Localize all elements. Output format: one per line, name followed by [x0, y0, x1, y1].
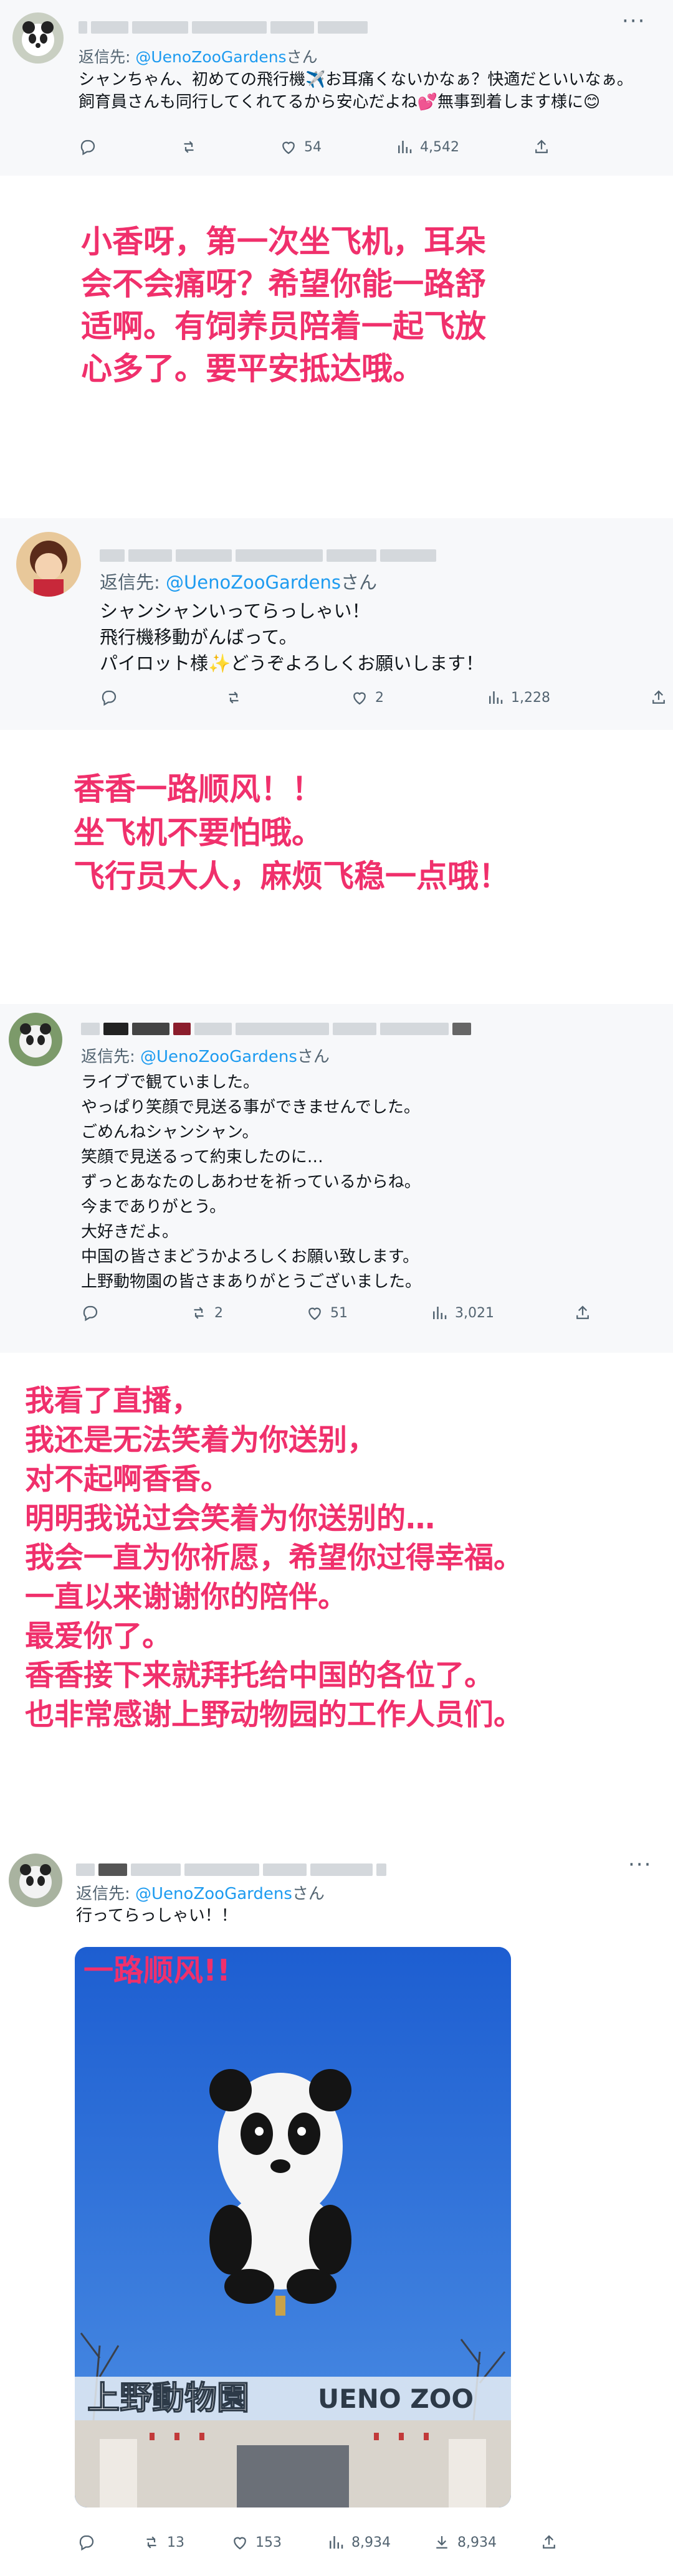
retweet-button[interactable]: 13: [142, 2533, 184, 2552]
reply-button[interactable]: [100, 688, 118, 707]
retweet-icon: [179, 138, 198, 156]
views-button[interactable]: 1,228: [486, 688, 550, 707]
share-icon: [540, 2533, 558, 2552]
views-count: 1,228: [511, 689, 550, 706]
reply-handle-link[interactable]: @UenoZooGardens: [135, 48, 286, 66]
retweet-count: 2: [214, 1305, 223, 1321]
avatar[interactable]: [9, 1854, 62, 1907]
avatar[interactable]: [12, 12, 64, 64]
views-icon: [430, 1304, 449, 1322]
share-button[interactable]: [649, 688, 668, 707]
share-button[interactable]: [573, 1304, 592, 1322]
tweet-body: ライブで観ていました。 やっぱり笑顔で見送る事ができませんでした。 ごめんねシャ…: [81, 1073, 422, 1291]
like-button[interactable]: 153: [231, 2533, 282, 2552]
translation-caption-3: 我看了直播， 我还是无法笑着为你送别， 对不起啊香香。 明明我说过会笑着为你送别…: [25, 1384, 523, 1732]
views-count: 4,542: [420, 139, 459, 155]
share-button[interactable]: [540, 2533, 558, 2552]
reply-tweet-4[interactable]: ··· 返信先: @UenoZooGardensさん 行ってらっしゃい！！ 上野…: [0, 1845, 673, 2576]
like-count: 153: [255, 2534, 282, 2550]
reply-icon: [100, 688, 118, 707]
retweet-button[interactable]: [224, 688, 243, 707]
translation-caption-2: 香香一路顺风！！ 坐飞机不要怕哦。 飞行员大人，麻烦飞稳一点哦！: [74, 771, 510, 894]
views-button[interactable]: 4,542: [395, 138, 459, 156]
like-button[interactable]: 54: [279, 138, 322, 156]
more-options-icon[interactable]: ···: [622, 9, 646, 34]
retweet-button[interactable]: 2: [189, 1304, 223, 1322]
tweet-body: シャンシャンいってらっしゃい！ 飛行機移動がんばって。 パイロット様✨どうぞよろ…: [100, 600, 484, 674]
share-icon: [649, 688, 668, 707]
views-button[interactable]: 3,021: [430, 1304, 494, 1322]
share-button[interactable]: [532, 138, 551, 156]
user-name-redacted[interactable]: [100, 549, 436, 562]
like-button[interactable]: 51: [305, 1304, 348, 1322]
tweet-body: 行ってらっしゃい！！: [76, 1906, 237, 1925]
avatar[interactable]: [16, 532, 81, 597]
photo-overlay-text: 一路顺风!!: [84, 1953, 231, 1988]
panda-balloon-photo: 上野動物園 UENO ZOO: [75, 1947, 511, 2507]
zoo-sign-text-en: UENO ZOO: [318, 2384, 474, 2414]
retweet-count: 13: [167, 2534, 184, 2550]
reply-icon: [79, 138, 97, 156]
views-icon: [395, 138, 414, 156]
share-icon: [573, 1304, 592, 1322]
heart-icon: [231, 2533, 249, 2552]
like-count: 54: [304, 139, 322, 155]
retweet-icon: [189, 1304, 208, 1322]
share-icon: [532, 138, 551, 156]
heart-icon: [279, 138, 298, 156]
reply-icon: [77, 2533, 96, 2552]
reply-tweet-3[interactable]: 返信先: @UenoZooGardensさん ライブで観ていました。 やっぱり笑…: [0, 1004, 673, 1353]
reply-to-line: 返信先: @UenoZooGardensさん: [100, 572, 377, 593]
download-count: 8,934: [457, 2534, 497, 2550]
like-count: 51: [330, 1305, 348, 1321]
reply-tweet-2[interactable]: 返信先: @UenoZooGardensさん シャンシャンいってらっしゃい！ 飛…: [0, 518, 673, 730]
translation-caption-1: 小香呀，第一次坐飞机，耳朵 会不会痛呀？希望你能一路舒 适啊。有饲养员陪着一起飞…: [81, 224, 486, 387]
retweet-icon: [142, 2533, 161, 2552]
tweet-body: シャンちゃん、初めての飛行機✈️お耳痛くないかなぁ？快適だといいなぁ。飼育員さん…: [79, 70, 633, 111]
more-options-icon[interactable]: ···: [628, 1852, 652, 1877]
reply-button[interactable]: [79, 138, 97, 156]
reply-to-line: 返信先: @UenoZooGardensさん: [76, 1885, 325, 1903]
views-icon: [327, 2533, 345, 2552]
tweet-photo[interactable]: 上野動物園 UENO ZOO 一路顺风!!: [75, 1947, 511, 2507]
zoo-sign-text: 上野動物園: [87, 2380, 249, 2417]
heart-icon: [305, 1304, 324, 1322]
user-name-redacted[interactable]: [81, 1023, 471, 1035]
user-name-redacted[interactable]: [76, 1863, 386, 1876]
download-icon: [432, 2533, 451, 2552]
retweet-icon: [224, 688, 243, 707]
heart-icon: [350, 688, 369, 707]
reply-tweet-1[interactable]: ··· 返信先: @UenoZooGardensさん シャンちゃん、初めての飛行…: [0, 0, 673, 176]
reply-handle-link[interactable]: @UenoZooGardens: [166, 572, 341, 593]
reply-icon: [81, 1304, 100, 1322]
retweet-button[interactable]: [179, 138, 198, 156]
reply-to-line: 返信先: @UenoZooGardensさん: [81, 1048, 330, 1066]
views-button[interactable]: 8,934: [327, 2533, 391, 2552]
reply-handle-link[interactable]: @UenoZooGardens: [140, 1048, 297, 1066]
download-button[interactable]: 8,934: [432, 2533, 497, 2552]
user-name-redacted[interactable]: [79, 21, 368, 34]
reply-button[interactable]: [77, 2533, 96, 2552]
views-count: 8,934: [351, 2534, 391, 2550]
reply-handle-link[interactable]: @UenoZooGardens: [135, 1885, 292, 1903]
views-icon: [486, 688, 505, 707]
reply-to-line: 返信先: @UenoZooGardensさん: [79, 48, 318, 66]
like-button[interactable]: 2: [350, 688, 384, 707]
like-count: 2: [375, 689, 384, 706]
views-count: 3,021: [455, 1305, 494, 1321]
avatar[interactable]: [9, 1013, 62, 1066]
reply-button[interactable]: [81, 1304, 100, 1322]
